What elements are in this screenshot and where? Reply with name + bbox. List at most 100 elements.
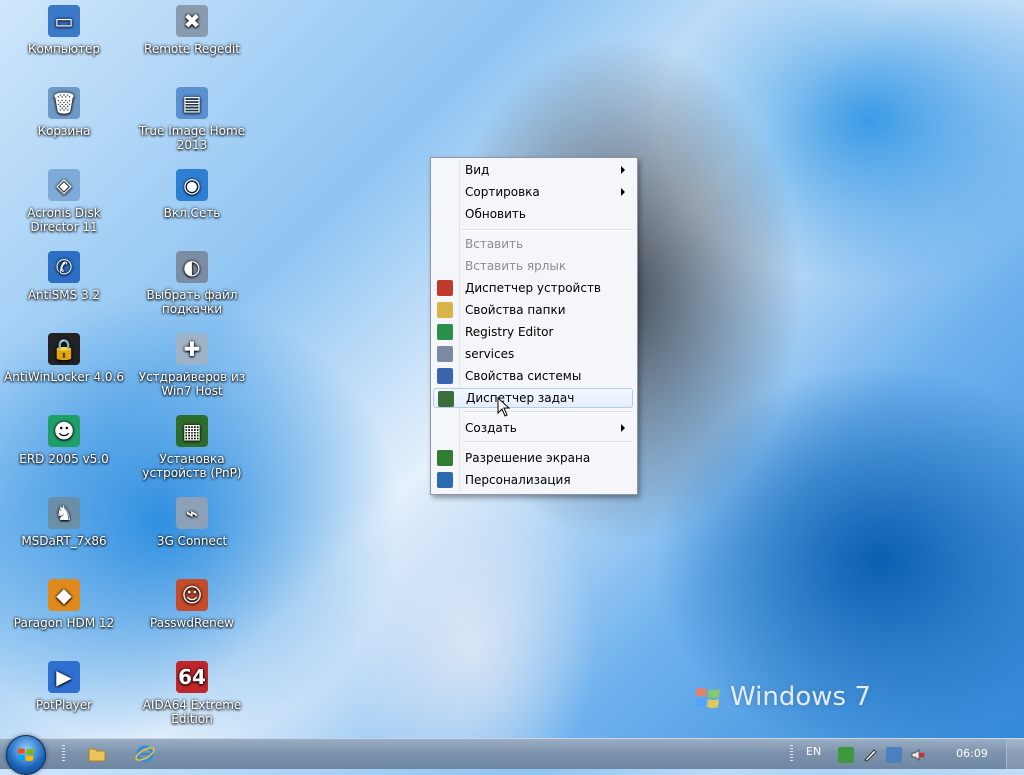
desktop-shortcut[interactable]: ◆ Paragon HDM 12 [2,579,126,630]
registry-icon [437,324,453,340]
menu-item-label: Вставить ярлык [465,259,567,273]
erd-icon: ☻ [48,415,80,447]
msdart-icon: ♞ [48,497,80,529]
desktop-shortcut[interactable]: ✆ AntiSMS 3.2 [2,251,126,302]
menu-item-personalization[interactable]: Персонализация [433,470,633,490]
volume-muted-tray-icon[interactable] [910,747,926,763]
desktop-shortcut-label: 3G Connect [156,534,228,548]
desktop-shortcut[interactable]: ♞ MSDaRT_7x86 [2,497,126,548]
menu-item-task-manager[interactable]: Диспетчер задач [433,388,633,408]
folder-options-icon [437,302,453,318]
pnp-device-icon: ▦ [176,415,208,447]
submenu-arrow-icon [621,424,625,432]
desktop-shortcut-label: Корзина [37,124,91,138]
menu-item-label: Разрешение экрана [465,451,591,465]
desktop-shortcut-label: MSDaRT_7x86 [21,534,107,548]
users-icon: ☺ [176,579,208,611]
system-clock[interactable]: 06:09 [950,739,994,769]
services-icon [437,346,453,362]
lock-icon: 🔒 [48,333,80,365]
desktop-shortcut[interactable]: ✖ Remote Regedit [130,5,254,56]
tray-grip[interactable] [790,745,793,763]
menu-item-label: Вставить [465,237,524,251]
language-indicator[interactable]: EN [806,739,821,769]
pen-icon [864,749,877,762]
menu-item-label: Свойства системы [465,369,582,383]
menu-item-sort[interactable]: Сортировка [433,182,633,202]
security-tray-icon[interactable] [838,747,854,763]
recycle-bin-icon: 🗑 [48,87,80,119]
menu-item-system-properties[interactable]: Свойства системы [433,366,633,386]
desktop-shortcut[interactable]: ⌁ 3G Connect [130,497,254,548]
desktop-shortcut-label: AntiWinLocker 4.0.6 [4,370,124,384]
desktop-shortcut-label: Устдрайверов из Win7 Host [138,370,246,398]
menu-item-folder-options[interactable]: Свойства папки [433,300,633,320]
desktop-shortcut[interactable]: ▤ True Image Home 2013 [130,87,254,152]
desktop-shortcut[interactable]: 🗑 Корзина [2,87,126,138]
antisms-icon: ✆ [48,251,80,283]
pen-tray-icon[interactable] [862,747,878,763]
desktop-shortcut-label: Компьютер [28,42,100,56]
menu-item-services[interactable]: services [433,344,633,364]
show-desktop-button[interactable] [1006,739,1024,769]
windows-logo-icon [695,687,720,708]
internet-explorer-button[interactable] [134,743,156,765]
explorer-button[interactable] [86,743,108,765]
menu-item-label: Диспетчер задач [466,391,575,405]
menu-item-paste-shortcut[interactable]: Вставить ярлык [433,256,633,276]
windows-logo-icon [17,748,34,761]
menu-item-label: Обновить [465,207,526,221]
desktop-context-menu: Вид Сортировка Обновить Вставить Вставить яр… [430,157,638,495]
screen-resolution-icon [437,450,453,466]
desktop-shortcut-label: Установка устройств (PnP) [142,452,242,480]
watermark-text: Windows 7 [730,682,871,712]
aida64-icon: 64 [176,661,208,693]
windows-watermark: Windows 7 [694,682,871,712]
menu-separator [462,441,633,443]
desktop-shortcut-label: AIDA64 Extreme Edition [142,698,242,726]
desktop-shortcut[interactable]: ◈ Acronis Disk Director 11 [2,169,126,234]
desktop-shortcut[interactable]: ◉ Вкл.Сеть [130,169,254,220]
menu-item-registry-editor[interactable]: Registry Editor [433,322,633,342]
menu-item-device-manager[interactable]: Диспетчер устройств [433,278,633,298]
desktop-shortcut[interactable]: 🔒 AntiWinLocker 4.0.6 [2,333,126,384]
task-manager-icon [438,391,454,407]
driver-install-icon: ✚ [176,333,208,365]
desktop-shortcut[interactable]: ✚ Устдрайверов из Win7 Host [130,333,254,398]
desktop-shortcut[interactable]: ◐ Выбрать файл подкачки [130,251,254,316]
network-icon: ◉ [176,169,208,201]
taskbar-grip[interactable] [62,745,65,763]
submenu-arrow-icon [621,188,625,196]
select-file-icon: ◐ [176,251,208,283]
start-button[interactable] [6,735,46,775]
desktop-shortcut-label: True Image Home 2013 [138,124,246,152]
system-properties-icon [437,368,453,384]
desktop-shortcut[interactable]: ▭ Компьютер [2,5,126,56]
menu-item-view[interactable]: Вид [433,160,633,180]
desktop-shortcut-label: PotPlayer [35,698,93,712]
paragon-icon: ◆ [48,579,80,611]
desktop-shortcut[interactable]: ☻ ERD 2005 v5.0 [2,415,126,466]
speaker-muted-icon [911,749,925,761]
remote-regedit-icon: ✖ [176,5,208,37]
menu-separator [462,229,633,231]
menu-item-create[interactable]: Создать [433,418,633,438]
menu-item-label: Диспетчер устройств [465,281,602,295]
desktop-shortcut-label: Remote Regedit [144,42,240,56]
mouse-cursor-icon [497,397,511,417]
desktop-shortcut[interactable]: ▦ Установка устройств (PnP) [130,415,254,480]
menu-item-refresh[interactable]: Обновить [433,204,633,224]
desktop-shortcut[interactable]: 64 AIDA64 Extreme Edition [130,661,254,726]
true-image-icon: ▤ [176,87,208,119]
network-tray-icon[interactable] [886,747,902,763]
desktop-shortcut[interactable]: ▶ PotPlayer [2,661,126,712]
menu-item-label: Свойства папки [465,303,566,317]
menu-item-paste[interactable]: Вставить [433,234,633,254]
menu-item-label: Сортировка [465,185,540,199]
desktop-shortcut[interactable]: ☺ PasswdRenew [130,579,254,630]
menu-item-screen-resolution[interactable]: Разрешение экрана [433,448,633,468]
menu-item-label: Вид [465,163,490,177]
menu-item-label: Персонализация [465,473,571,487]
desktop-shortcut-label: ERD 2005 v5.0 [19,452,109,466]
desktop-shortcut-label: Paragon HDM 12 [13,616,115,630]
